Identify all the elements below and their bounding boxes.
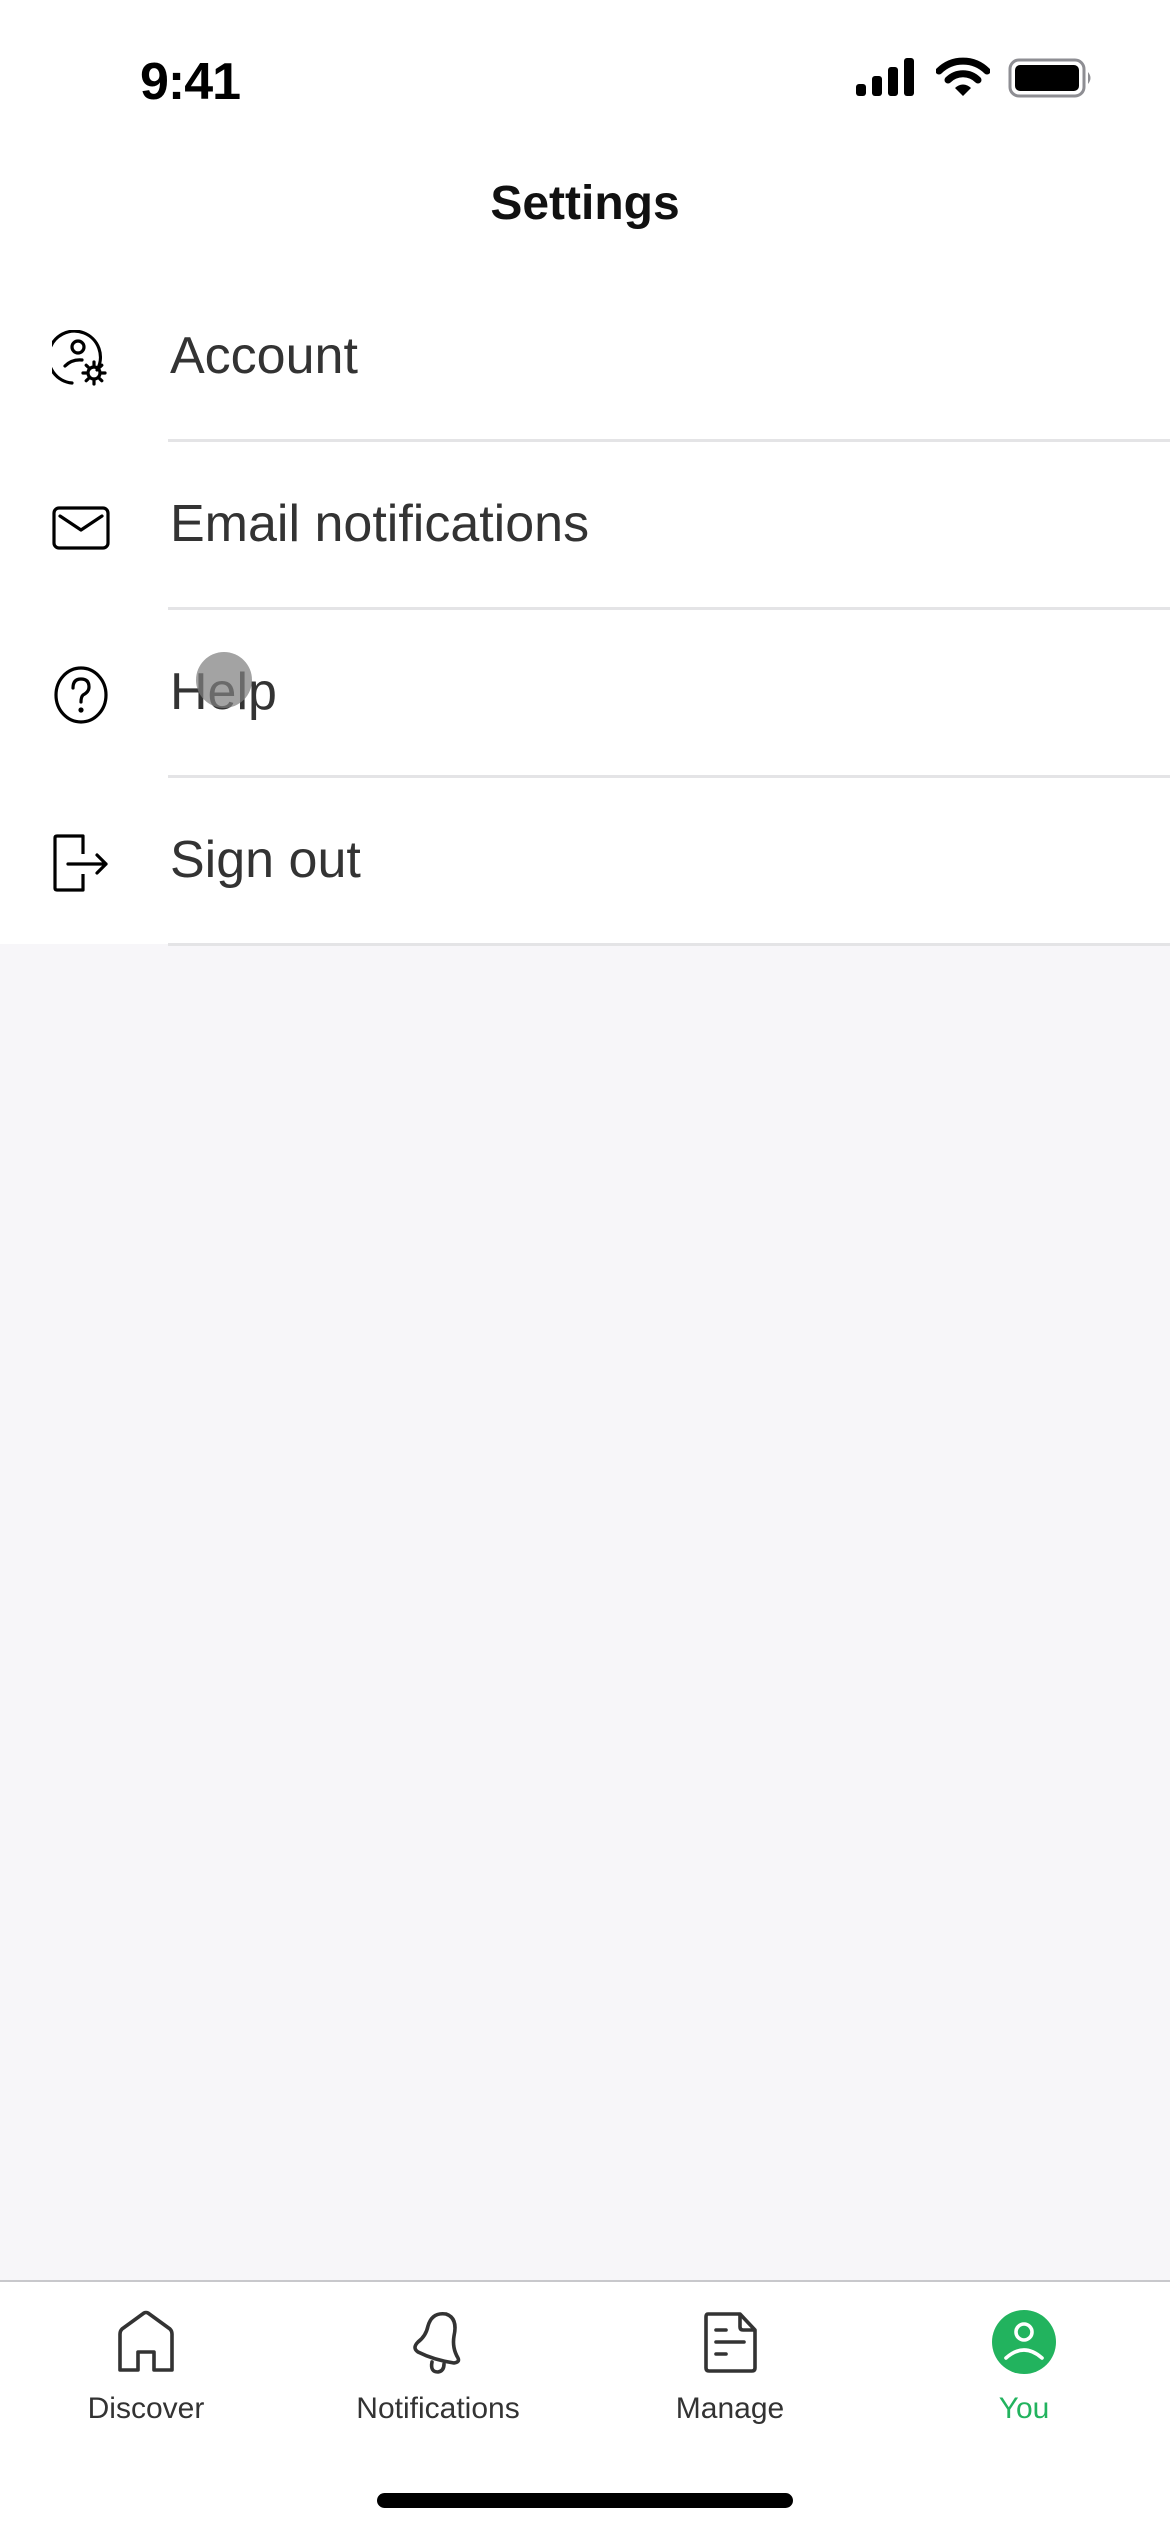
page-title: Settings (490, 177, 680, 230)
document-icon (704, 2312, 757, 2373)
tab-label: Notifications (356, 2392, 520, 2425)
divider (168, 943, 1170, 946)
settings-item-account[interactable]: Account (0, 274, 1170, 442)
settings-screen: 9:41 Settings Account Email notification… (0, 0, 1170, 946)
account-settings-icon (52, 330, 107, 386)
battery-icon (1008, 58, 1091, 98)
settings-item-label: Email notifications (170, 495, 590, 553)
home-indicator (377, 2493, 793, 2508)
tab-label: Manage (675, 2392, 785, 2425)
tab-label: You (998, 2392, 1050, 2425)
user-circle-icon (992, 2310, 1056, 2374)
question-circle-icon (54, 666, 108, 724)
bell-icon (413, 2311, 461, 2374)
settings-item-help[interactable]: Help (0, 610, 1170, 778)
tab-discover[interactable]: Discover (0, 2282, 292, 2452)
settings-item-label: Account (170, 327, 358, 385)
settings-item-label: Sign out (170, 831, 361, 889)
envelope-icon (52, 506, 110, 550)
settings-list: Account Email notifications Help (0, 274, 1170, 946)
settings-item-email-notifications[interactable]: Email notifications (0, 442, 1170, 610)
tab-you[interactable]: You (878, 2282, 1170, 2452)
sign-out-icon (53, 834, 108, 892)
tab-notifications[interactable]: Notifications (292, 2282, 584, 2452)
tab-label: Discover (87, 2392, 205, 2425)
settings-item-sign-out[interactable]: Sign out (0, 778, 1170, 946)
wifi-icon (936, 57, 990, 96)
home-icon (118, 2310, 174, 2372)
touch-indicator (196, 652, 252, 708)
tab-manage[interactable]: Manage (584, 2282, 876, 2452)
status-time: 9:41 (140, 53, 241, 111)
cellular-signal-icon (856, 58, 914, 96)
